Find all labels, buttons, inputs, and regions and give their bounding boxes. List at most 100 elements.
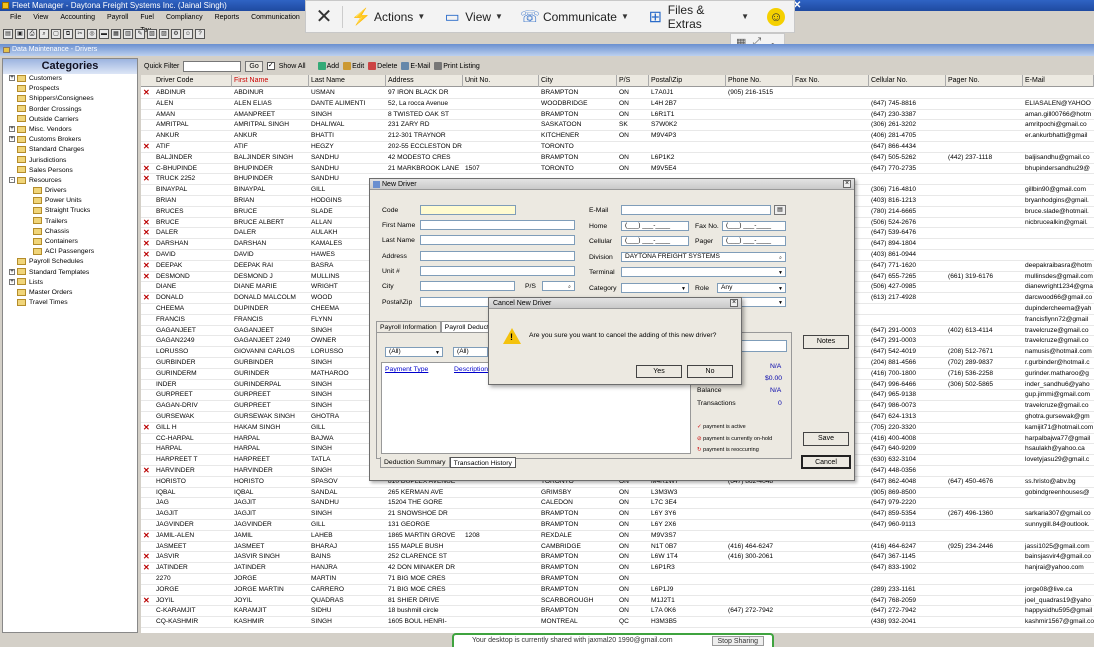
- collapse-icon[interactable]: -: [9, 177, 15, 184]
- add-button[interactable]: Add: [317, 62, 339, 70]
- delete-button[interactable]: Delete: [368, 62, 397, 70]
- expand-icon[interactable]: +: [9, 75, 15, 82]
- cancel-button[interactable]: Cancel: [801, 455, 851, 469]
- column-header[interactable]: Unit No.: [463, 75, 539, 87]
- notes-button[interactable]: Notes: [803, 335, 849, 349]
- payment-type-column[interactable]: Payment Type: [385, 366, 428, 374]
- last-name-input[interactable]: [420, 235, 575, 245]
- category-item[interactable]: Trailers: [3, 217, 137, 227]
- category-item[interactable]: Shippers\Consignees: [3, 94, 137, 104]
- category-item[interactable]: Straight Trucks: [3, 206, 137, 216]
- column-header[interactable]: Phone No.: [726, 75, 793, 87]
- category-item[interactable]: + Standard Templates: [3, 268, 137, 278]
- close-icon[interactable]: ×: [843, 180, 851, 188]
- save-button[interactable]: Save: [803, 432, 849, 446]
- home-phone-input[interactable]: (___) ___-____: [621, 221, 689, 231]
- table-row[interactable]: 2270 JORGE MARTIN 71 BIG MOE CRES BRAMPTON ON: [141, 574, 1094, 585]
- category-item[interactable]: Standard Charges: [3, 145, 137, 155]
- tab-payroll-information[interactable]: Payroll Information: [376, 321, 441, 332]
- table-row[interactable]: AMAN AMANPREET SINGH 8 TWISTED OAK ST BRAMPT…: [141, 110, 1094, 121]
- table-row[interactable]: ✕ JASVIR JASVIR SINGH BAINS 252 CLARENCE ST B…: [141, 552, 1094, 564]
- category-select[interactable]: ▼: [621, 283, 689, 293]
- view-menu[interactable]: ▭ View ▼: [434, 8, 512, 26]
- menu-compliancy[interactable]: Compliancy: [160, 11, 209, 24]
- go-button[interactable]: Go: [245, 60, 263, 72]
- help-icon[interactable]: ?: [195, 29, 205, 39]
- files-extras-menu[interactable]: ⊞ Files & Extras ▼: [638, 3, 758, 31]
- column-header[interactable]: Fax No.: [793, 75, 869, 87]
- category-item[interactable]: + Customs Brokers: [3, 135, 137, 145]
- pager-input[interactable]: (___) ___-____: [722, 236, 786, 246]
- email-input[interactable]: [621, 205, 771, 215]
- dispatch-icon[interactable]: ▦: [111, 29, 121, 39]
- category-item[interactable]: Border Crossings: [3, 105, 137, 115]
- tab-deduction-summary[interactable]: Deduction Summary: [380, 457, 450, 468]
- column-header[interactable]: Postal\Zip: [649, 75, 726, 87]
- actions-menu[interactable]: ⚡ Actions ▼: [343, 8, 434, 26]
- expand-icon[interactable]: +: [9, 126, 15, 133]
- category-item[interactable]: Drivers: [3, 186, 137, 196]
- postal-input[interactable]: [420, 297, 490, 307]
- menu-communication[interactable]: Communication: [245, 11, 306, 24]
- first-name-input[interactable]: [420, 220, 575, 230]
- truck-icon[interactable]: ▬: [99, 29, 109, 39]
- category-item[interactable]: + Misc. Vendors: [3, 125, 137, 135]
- table-row[interactable]: ✕ C-BHUPINDE BHUPINDER SANDHU 21 MARKBROOK L…: [141, 164, 1094, 175]
- category-item[interactable]: Prospects: [3, 84, 137, 94]
- table-row[interactable]: JAGVINDER JAGVINDER GILL 131 GEORGE BRAMPTON…: [141, 520, 1094, 531]
- settings-icon[interactable]: ⚙: [171, 29, 181, 39]
- ps-input[interactable]: ⌕: [542, 281, 575, 291]
- quick-filter-input[interactable]: [183, 60, 242, 72]
- email-picker-icon[interactable]: ▤: [774, 205, 786, 215]
- column-header[interactable]: Address: [386, 75, 463, 87]
- close-icon[interactable]: ×: [730, 299, 738, 307]
- category-item[interactable]: Sales Persons: [3, 166, 137, 176]
- table-row[interactable]: JASMEET JASMEET BHARAJ 155 MAPLE BUSH CAMBRI…: [141, 542, 1094, 553]
- menu-file[interactable]: File: [4, 11, 27, 24]
- new-icon[interactable]: ▢: [51, 29, 61, 39]
- remote-close-button[interactable]: ✕: [306, 6, 342, 28]
- menu-fuel-tax[interactable]: Fuel Tax: [134, 11, 160, 34]
- search-icon[interactable]: ⌕: [39, 29, 49, 39]
- menu-reports[interactable]: Reports: [209, 11, 246, 24]
- tab-payroll-deduct[interactable]: Payroll Deduct: [440, 321, 493, 332]
- description-column[interactable]: Description: [454, 366, 488, 374]
- print-icon[interactable]: ⎙: [27, 29, 37, 39]
- table-row[interactable]: ✕ JOYIL JOYIL QUADRAS 81 SHIER DRIVE SCARBORO…: [141, 596, 1094, 607]
- table-row[interactable]: ✕ JATINDER JATINDER HANJRA 42 DON MINAKER DR…: [141, 563, 1094, 574]
- print-listing-button[interactable]: Print Listing: [434, 62, 480, 70]
- code-input[interactable]: [420, 205, 516, 215]
- table-row[interactable]: IQBAL IQBAL SANDAL 265 KERMAN AVE GRIMSBY ON L…: [141, 488, 1094, 499]
- category-item[interactable]: Power Units: [3, 196, 137, 206]
- tab-transaction-history[interactable]: Transaction History: [449, 457, 516, 468]
- table-row[interactable]: ✕ JAMIL-ALEN JAMIL LAHEB 1865 MARTIN GROVE 12…: [141, 531, 1094, 542]
- menu-payroll[interactable]: Payroll: [101, 11, 134, 24]
- no-button[interactable]: No: [687, 365, 733, 378]
- category-item[interactable]: Containers: [3, 237, 137, 247]
- column-header[interactable]: Cellular No.: [869, 75, 946, 87]
- table-row[interactable]: AMRITPAL AMRITPAL SINGH DHALIWAL 231 ZARY R…: [141, 120, 1094, 132]
- chart-icon[interactable]: ▨: [159, 29, 169, 39]
- table-row[interactable]: ANKUR ANKUR BHATTI 212-301 TRAYNOR KITCHENER…: [141, 131, 1094, 142]
- table-row[interactable]: ALEN ALEN ELIAS DANTE ALIMENTI 52, La rocca…: [141, 99, 1094, 110]
- menu-view[interactable]: View: [27, 11, 54, 24]
- cut-icon[interactable]: ✂: [75, 29, 85, 39]
- column-header[interactable]: Driver Code: [154, 75, 232, 87]
- fax-input[interactable]: (___) ___-____: [722, 221, 786, 231]
- calendar-icon[interactable]: ▥: [123, 29, 133, 39]
- report-icon[interactable]: ▧: [147, 29, 157, 39]
- expand-icon[interactable]: +: [9, 278, 15, 285]
- table-row[interactable]: ✕ ABDINUR ABDINUR USMAN 97 IRON BLACK DR BRAM…: [141, 88, 1094, 99]
- division-input[interactable]: DAYTONA FREIGHT SYSTEMS ⌕: [621, 252, 786, 262]
- category-item[interactable]: Master Orders: [3, 288, 137, 298]
- category-item[interactable]: + Customers: [3, 74, 137, 84]
- column-header[interactable]: City: [539, 75, 617, 87]
- save-icon[interactable]: ▣: [15, 29, 25, 39]
- role-select[interactable]: Any ▼: [717, 283, 786, 293]
- column-header[interactable]: Last Name: [309, 75, 386, 87]
- filter-all-select-2[interactable]: (All): [453, 347, 488, 357]
- column-header[interactable]: Pager No.: [946, 75, 1023, 87]
- expand-icon[interactable]: +: [9, 136, 15, 143]
- table-row[interactable]: C-KARAMJIT KARAMJIT SIDHU 18 bushmill circl…: [141, 606, 1094, 618]
- table-row[interactable]: CQ-KASHMIR KASHMIR SINGH 1605 BOUL HENRI- MO…: [141, 617, 1094, 628]
